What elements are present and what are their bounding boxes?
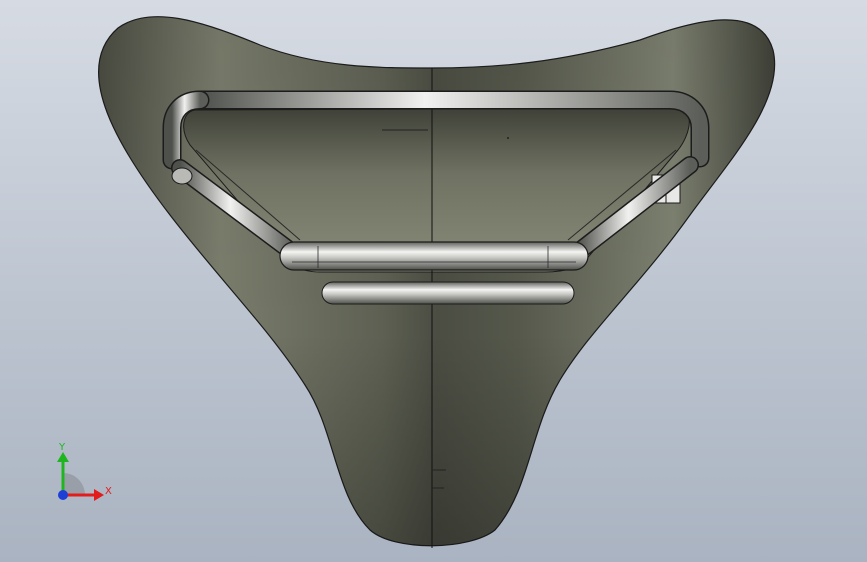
- seat-model-view[interactable]: [0, 0, 867, 562]
- z-axis-dot: [58, 490, 68, 500]
- graphics-viewport[interactable]: Y X: [0, 0, 867, 562]
- left-tube-end[interactable]: [171, 167, 193, 185]
- orientation-triad[interactable]: Y X: [48, 440, 118, 510]
- rail-bottom[interactable]: [279, 241, 589, 271]
- front-bar[interactable]: [321, 281, 575, 305]
- sketch-point: [507, 137, 509, 139]
- x-axis-label: X: [105, 486, 112, 497]
- y-axis-label: Y: [58, 442, 66, 453]
- y-axis-arrow-icon: [57, 452, 69, 462]
- x-axis-arrow-icon: [94, 489, 104, 501]
